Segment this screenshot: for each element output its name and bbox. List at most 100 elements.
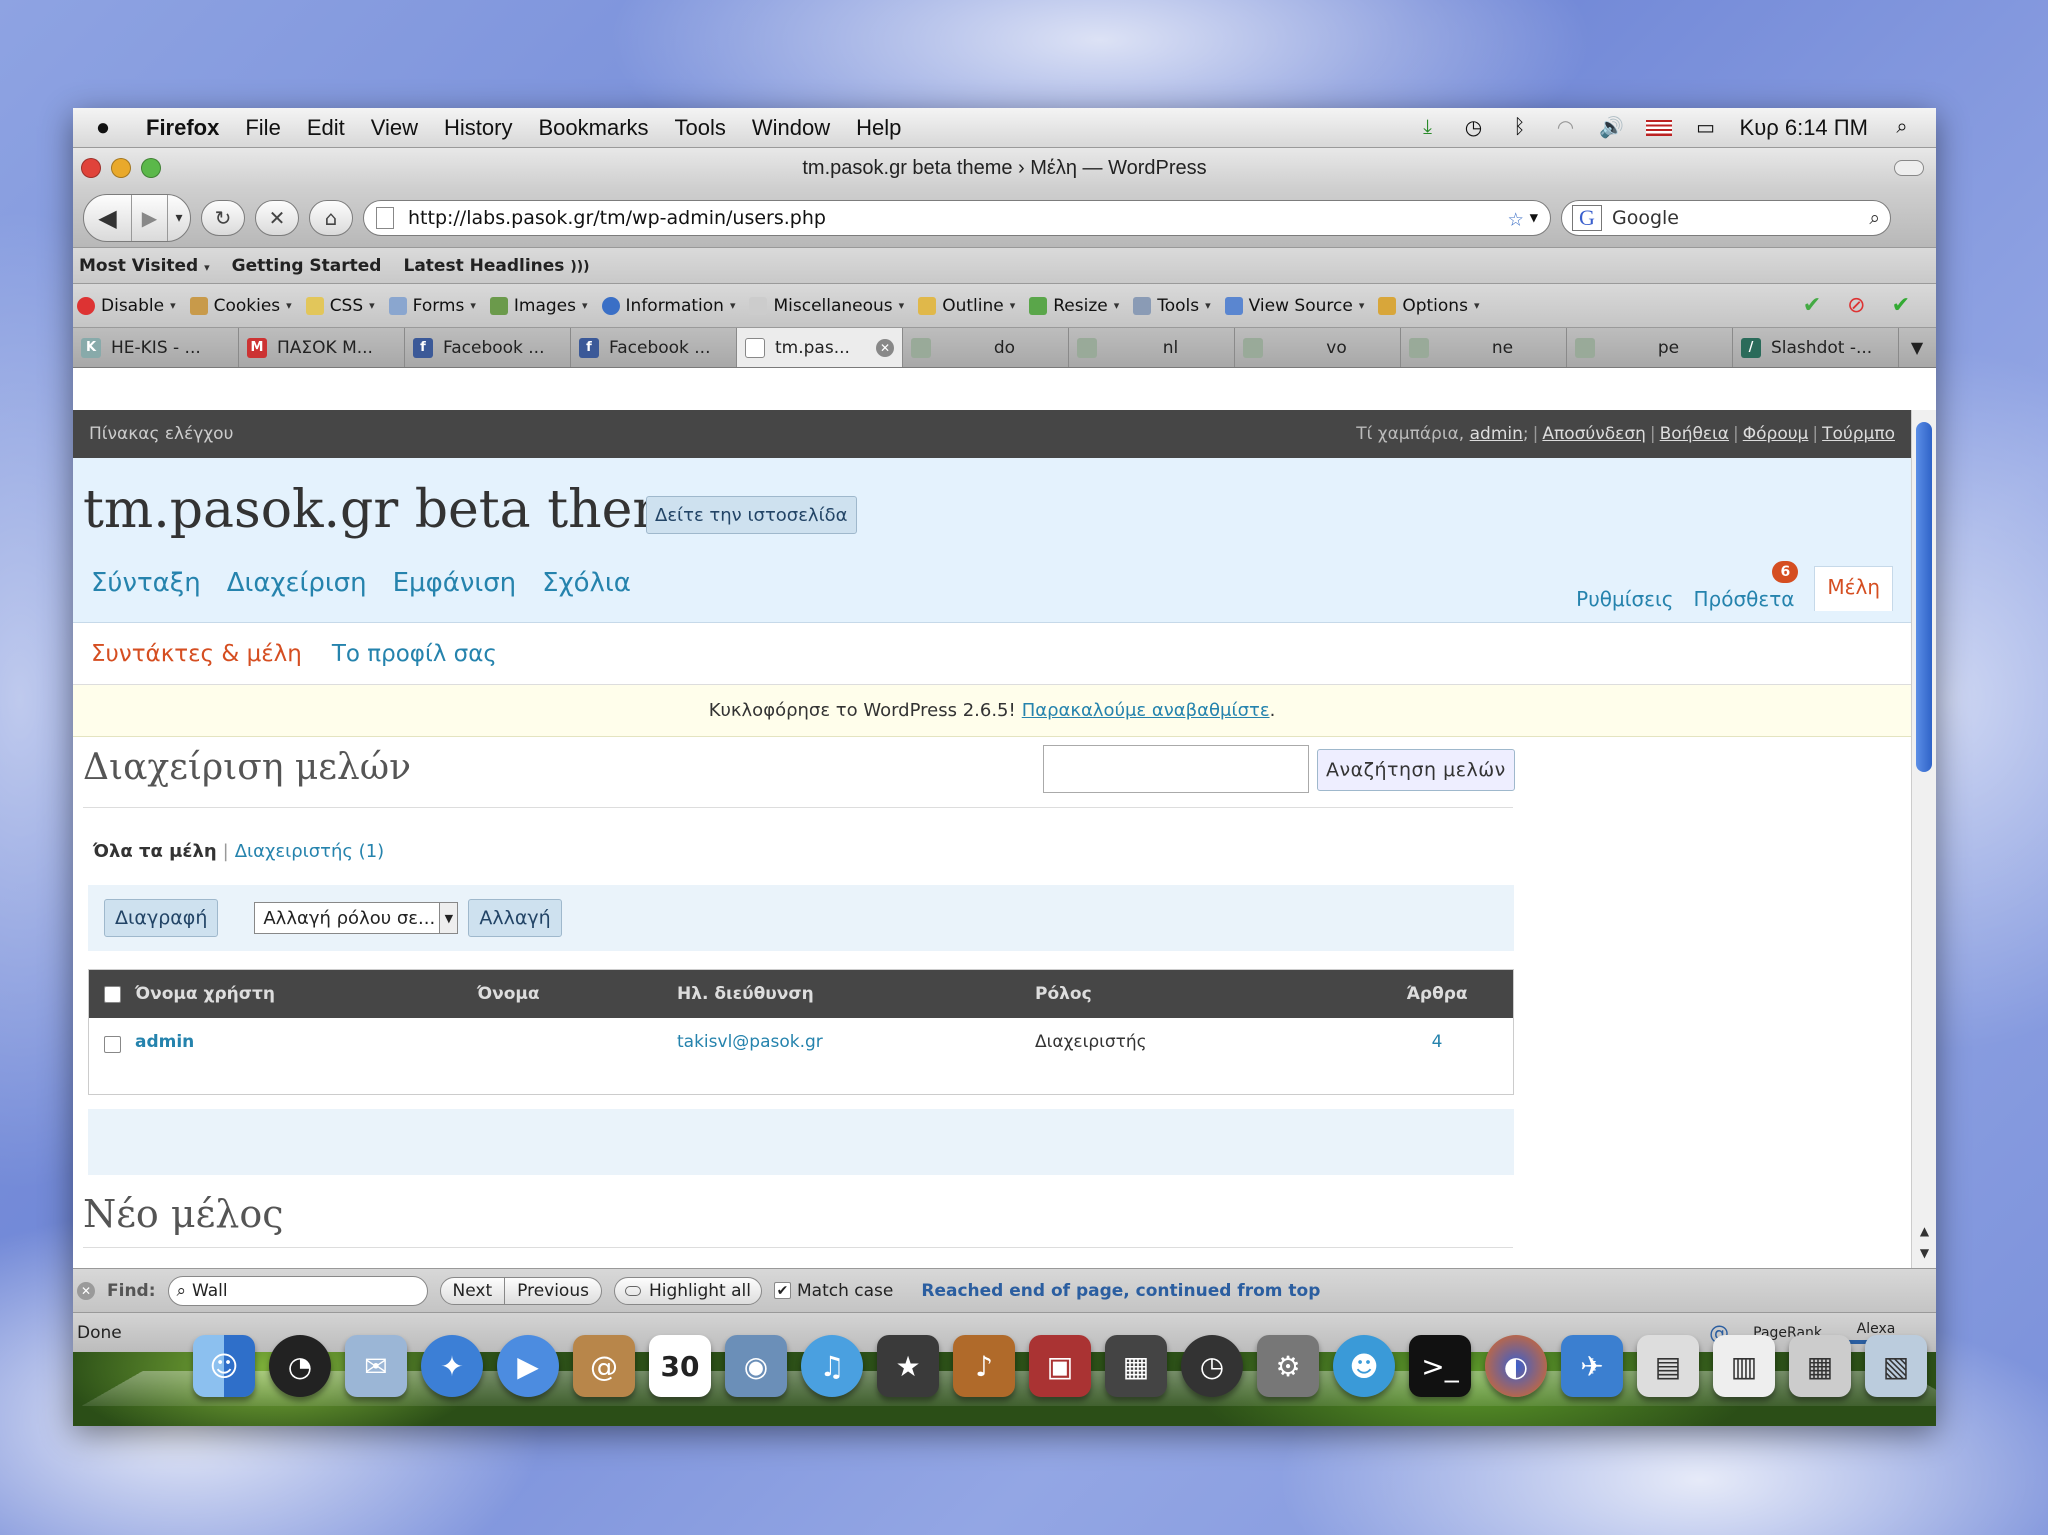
menu-write[interactable]: Σύνταξη	[91, 568, 201, 598]
tab-he-kis[interactable]: K HE-KIS - ...	[73, 328, 239, 367]
highlight-all-button[interactable]: Highlight all	[613, 1276, 762, 1305]
tab-pasok-mail[interactable]: M ΠΑΣΟΚ Μ...	[239, 328, 405, 367]
menu-plugins[interactable]: Πρόσθετα 6	[1694, 561, 1799, 611]
vertical-scrollbar[interactable]: ▲ ▼	[1911, 410, 1936, 1268]
itunes-icon[interactable]: ♫	[801, 1335, 863, 1397]
col-email[interactable]: Ηλ. διεύθυνση	[677, 984, 1035, 1004]
back-button[interactable]: ◀	[84, 194, 132, 241]
visit-site-button[interactable]: Δείτε την ιστοσελίδα	[646, 496, 857, 534]
close-find-icon[interactable]: ✕	[77, 1281, 95, 1300]
forum-link[interactable]: Φόρουμ	[1743, 424, 1809, 444]
delete-button[interactable]: Διαγραφή	[104, 899, 219, 937]
newspaper-doc-icon[interactable]: ▥	[1713, 1335, 1775, 1397]
apple-menu-icon[interactable]: ●	[73, 114, 133, 142]
logout-link[interactable]: Αποσύνδεση	[1542, 424, 1646, 444]
menu-history[interactable]: History	[431, 115, 525, 141]
tab-ne[interactable]: ne	[1401, 328, 1567, 367]
volume-icon[interactable]: 🔊	[1599, 117, 1624, 139]
scroll-arrows-icon[interactable]: ▲ ▼	[1912, 1220, 1936, 1264]
address-book-icon[interactable]: @	[573, 1335, 635, 1397]
search-input[interactable]: Google	[1612, 207, 1869, 229]
wd-images[interactable]: Images ▾	[489, 296, 588, 316]
bookmark-latest-headlines[interactable]: Latest Headlines )))	[403, 256, 589, 276]
photo-booth-icon[interactable]: ▣	[1029, 1335, 1091, 1397]
mail-icon[interactable]: ✉	[345, 1335, 407, 1397]
row-checkbox[interactable]	[103, 1036, 121, 1053]
google-engine-icon[interactable]: G	[1572, 204, 1602, 231]
col-name[interactable]: Όνομα	[477, 984, 677, 1004]
menu-view[interactable]: View	[358, 115, 431, 141]
col-role[interactable]: Ρόλος	[1035, 984, 1387, 1004]
wd-options[interactable]: Options ▾	[1378, 296, 1479, 316]
imovie-icon[interactable]: ★	[877, 1335, 939, 1397]
menu-settings[interactable]: Ρυθμίσεις	[1576, 587, 1673, 611]
bookmark-most-visited[interactable]: Most Visited ▾	[79, 256, 210, 276]
select-all-checkbox[interactable]	[103, 985, 121, 1003]
tab-pe[interactable]: pe	[1567, 328, 1733, 367]
menu-users[interactable]: Μέλη	[1814, 566, 1893, 611]
user-search-input[interactable]	[1043, 745, 1309, 793]
find-next-button[interactable]: Next	[441, 1278, 505, 1304]
wd-view-source[interactable]: View Source ▾	[1224, 296, 1364, 316]
url-bar[interactable]: http://labs.pasok.gr/tm/wp-admin/users.p…	[363, 199, 1551, 236]
bookmark-star-icon[interactable]: ☆	[1508, 203, 1524, 233]
wd-cookies[interactable]: Cookies ▾	[189, 296, 292, 316]
presentation-doc-icon[interactable]: ▤	[1637, 1335, 1699, 1397]
time-machine-dock-icon[interactable]: ◷	[1181, 1335, 1243, 1397]
dashboard-icon[interactable]: ◔	[269, 1335, 331, 1397]
wd-disable[interactable]: Disable ▾	[77, 296, 176, 316]
menu-bookmarks[interactable]: Bookmarks	[525, 115, 661, 141]
tab-close-icon[interactable]: ✕	[876, 338, 894, 357]
bookmark-getting-started[interactable]: Getting Started	[232, 256, 382, 276]
admin-user-link[interactable]: admin	[1470, 424, 1523, 444]
search-bar[interactable]: G Google ⌕	[1561, 199, 1891, 236]
openoffice-icon[interactable]: ✈	[1561, 1335, 1623, 1397]
messenger-icon[interactable]: ☻	[1333, 1335, 1395, 1397]
menu-window[interactable]: Window	[739, 115, 843, 141]
spotlight-icon[interactable]: ⌕	[1890, 116, 1914, 139]
col-posts[interactable]: Άρθρα	[1387, 984, 1487, 1004]
minimize-window-icon[interactable]	[111, 158, 131, 178]
email-link[interactable]: takisvl@pasok.gr	[677, 1032, 1035, 1052]
ical-icon[interactable]: 30	[649, 1335, 711, 1397]
find-previous-button[interactable]: Previous	[504, 1277, 601, 1304]
stop-button[interactable]: ✕	[255, 199, 299, 236]
checkmark-icon[interactable]: ✔	[774, 1282, 791, 1299]
scrollbar-thumb[interactable]	[1916, 422, 1932, 772]
document-stack-icon[interactable]: ▦	[1789, 1335, 1851, 1397]
download-icon[interactable]: ⤓	[1416, 116, 1440, 139]
menu-edit[interactable]: Edit	[294, 115, 358, 141]
menu-comments[interactable]: Σχόλια	[542, 568, 631, 598]
wd-miscellaneous[interactable]: Miscellaneous ▾	[749, 296, 904, 316]
close-window-icon[interactable]	[81, 158, 101, 178]
tab-list-icon[interactable]: ▼	[1899, 328, 1935, 367]
tab-tm-pasok[interactable]: tm.pas... ✕	[737, 328, 903, 367]
url-dropdown-icon[interactable]: ▼	[1530, 210, 1538, 226]
iphoto-icon[interactable]: ◉	[725, 1335, 787, 1397]
filter-administrators[interactable]: Διαχειριστής (1)	[235, 841, 384, 862]
tab-vo[interactable]: vo	[1235, 328, 1401, 367]
wd-information[interactable]: Information ▾	[601, 296, 735, 316]
upgrade-link[interactable]: Παρακαλούμε αναβαθμίστε	[1022, 700, 1270, 721]
forward-button[interactable]: ▶	[132, 194, 168, 241]
history-dropdown-icon[interactable]: ▾	[168, 210, 190, 226]
tab-facebook-1[interactable]: f Facebook ...	[405, 328, 571, 367]
url-text[interactable]: http://labs.pasok.gr/tm/wp-admin/users.p…	[408, 207, 1508, 229]
tab-do[interactable]: do	[903, 328, 1069, 367]
battery-icon[interactable]: ▭	[1694, 117, 1718, 139]
change-role-select[interactable]: Αλλαγή ρόλου σε... ▼	[254, 902, 459, 934]
posts-count-link[interactable]: 4	[1387, 1032, 1487, 1052]
flag-us-icon[interactable]	[1645, 119, 1672, 136]
search-users-button[interactable]: Αναζήτηση μελών	[1317, 749, 1515, 791]
tab-slashdot[interactable]: / Slashdot -...	[1733, 328, 1899, 367]
bluetooth-icon[interactable]: ᛒ	[1508, 116, 1532, 139]
menubar-clock[interactable]: Κυρ 6:14 ΠΜ	[1740, 115, 1868, 141]
finder-icon[interactable]: ☺	[193, 1335, 255, 1397]
username-link[interactable]: admin	[135, 1032, 477, 1052]
validation-check-icon[interactable]: ✔	[1803, 293, 1821, 318]
terminal-icon[interactable]: >_	[1409, 1335, 1471, 1397]
applications-stack-icon[interactable]: ▧	[1865, 1335, 1927, 1397]
submenu-authors-users[interactable]: Συντάκτες & μέλη	[91, 641, 302, 667]
ichat-icon[interactable]: ▶	[497, 1335, 559, 1397]
system-preferences-icon[interactable]: ⚙	[1257, 1335, 1319, 1397]
